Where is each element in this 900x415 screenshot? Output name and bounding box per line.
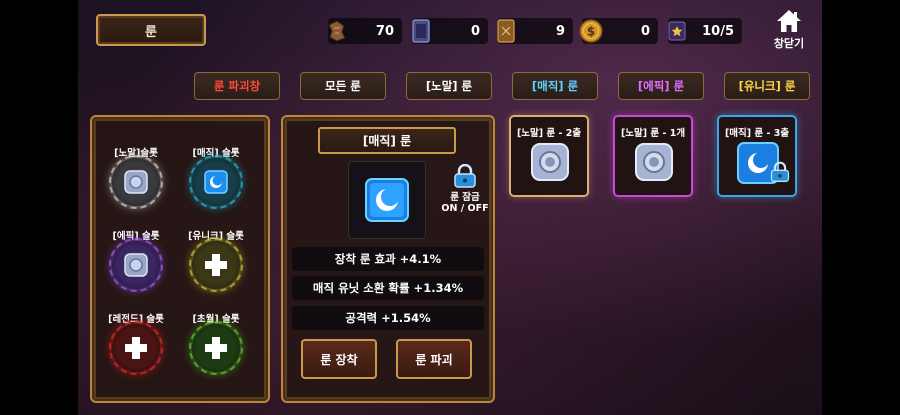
padlock-icon — [769, 161, 791, 187]
stat-row: 공격력 +1.54% — [292, 306, 484, 330]
resource-rune-shard: 70 — [328, 18, 402, 44]
rune-detail-title: [매직] 룬 — [318, 127, 456, 154]
tab-label: 모든 룬 — [325, 79, 361, 93]
inventory-card[interactable]: [매직] 룬 - 3출 — [717, 115, 797, 197]
destroy-rune-button[interactable]: 룬 파괴 — [396, 339, 472, 379]
plus-icon — [125, 337, 147, 359]
tab-label: [매직] 룬 — [531, 79, 579, 93]
tab-all-runes[interactable]: 모든 룬 — [300, 72, 386, 100]
normal-rune-icon — [635, 143, 673, 181]
close-window-button[interactable]: 창닫기 — [772, 8, 806, 51]
slot-transcend[interactable] — [189, 321, 243, 375]
inventory-card[interactable]: [노말] 룬 - 2출 — [509, 115, 589, 197]
resource-value: 0 — [470, 23, 480, 39]
close-window-label: 창닫기 — [773, 37, 805, 50]
slot-magic[interactable] — [189, 155, 243, 209]
rune-preview — [348, 161, 426, 239]
lock-toggle-text: ON / OFF — [441, 203, 489, 214]
scroll-card-icon — [493, 16, 519, 46]
game-screen: 룬 70 0 9 $ 0 10/5 창닫기 룬 파괴창 모든 룬 [노말] 룬 … — [0, 0, 900, 415]
plus-icon — [205, 254, 227, 276]
card-pack-icon — [408, 16, 434, 46]
resource-star-ticket: 10/5 — [668, 18, 742, 44]
resource-card-pack: 0 — [412, 18, 488, 44]
lock-label: 룬 잠금 — [450, 192, 480, 203]
tab-unique-runes[interactable]: [유니크] 룬 — [724, 72, 810, 100]
padlock-icon — [454, 164, 476, 188]
svg-text:$: $ — [587, 25, 595, 39]
resource-value: 70 — [375, 23, 394, 39]
plus-icon — [205, 337, 227, 359]
slot-epic[interactable] — [109, 238, 163, 292]
resource-value: 9 — [555, 23, 565, 39]
letterbox-right — [822, 0, 900, 415]
tab-label: [노말] 룬 — [425, 79, 473, 93]
slot-unique[interactable] — [189, 238, 243, 292]
inventory-card[interactable]: [노말] 룬 - 1개 — [613, 115, 693, 197]
gold-coin-icon: $ — [578, 16, 604, 46]
home-icon — [777, 10, 801, 32]
tab-label: [유니크] 룬 — [738, 79, 796, 93]
page-title: 룬 — [96, 14, 206, 46]
normal-rune-icon — [124, 253, 148, 277]
inventory-card-label: [노말] 룬 - 2출 — [516, 128, 582, 139]
tab-rune-destroy[interactable]: 룬 파괴창 — [194, 72, 280, 100]
resource-gold-coin: $ 0 — [579, 18, 658, 44]
rune-thumb — [529, 141, 571, 187]
tab-normal-runes[interactable]: [노말] 룬 — [406, 72, 492, 100]
stat-row: 장착 룬 효과 +4.1% — [292, 247, 484, 271]
rune-thumb — [633, 141, 675, 187]
star-ticket-icon — [664, 16, 690, 46]
normal-rune-icon — [531, 143, 569, 181]
magic-rune-icon — [365, 178, 409, 222]
resource-value: 10/5 — [702, 23, 734, 39]
rune-lock-toggle[interactable]: 룬 잠금 ON / OFF — [439, 164, 491, 214]
stat-row: 매직 유닛 소환 확률 +1.34% — [292, 276, 484, 300]
resource-value: 0 — [640, 23, 650, 39]
resource-scroll-card: 9 — [497, 18, 573, 44]
rune-shard-icon — [324, 16, 350, 46]
letterbox-left — [0, 0, 78, 415]
normal-rune-icon — [124, 170, 148, 194]
inventory-card-label: [매직] 룬 - 3출 — [724, 128, 790, 139]
inventory-card-label: [노말] 룬 - 1개 — [620, 128, 686, 139]
magic-rune-icon — [204, 170, 228, 194]
equip-rune-button[interactable]: 룬 장착 — [301, 339, 377, 379]
tab-label: 룬 파괴창 — [213, 79, 261, 93]
tab-label: [에픽] 룬 — [637, 79, 685, 93]
tab-epic-runes[interactable]: [에픽] 룬 — [618, 72, 704, 100]
slot-normal[interactable] — [109, 155, 163, 209]
slot-legend[interactable] — [109, 321, 163, 375]
tab-magic-runes[interactable]: [매직] 룬 — [512, 72, 598, 100]
